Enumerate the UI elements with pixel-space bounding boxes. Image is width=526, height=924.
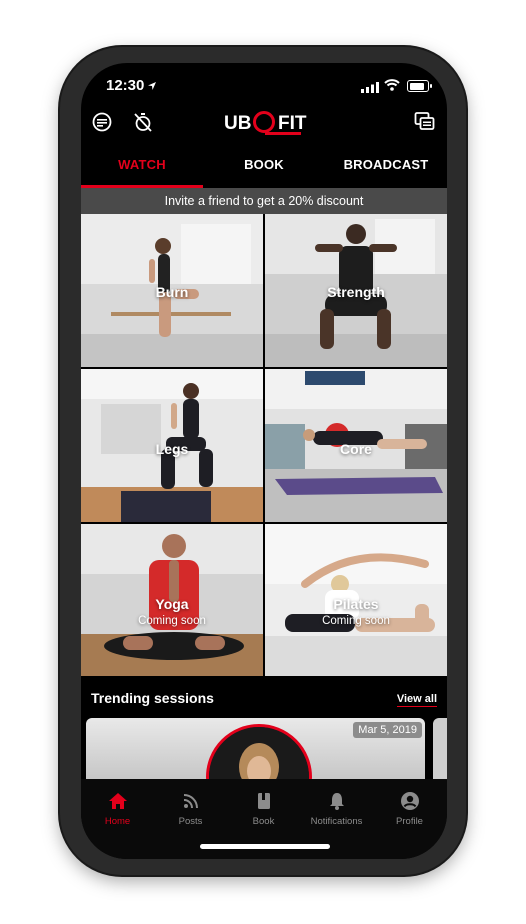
category-label: Pilates [333, 596, 379, 612]
timer-off-icon[interactable] [132, 111, 154, 138]
tab-watch[interactable]: WATCH [81, 151, 203, 179]
battery-icon [407, 80, 432, 92]
nav-posts[interactable]: Posts [154, 791, 227, 827]
coming-soon-label: Coming soon [322, 615, 390, 627]
session-date-badge: Mar 5, 2019 [353, 722, 422, 738]
book-icon [227, 791, 300, 811]
main-tabs: WATCH BOOK BROADCAST [81, 151, 447, 188]
app-screen: 12:30 UB FIT WATCH BOOK BROADCAST Invite… [81, 63, 447, 859]
trending-sessions-section: Trending sessions View all Mar 5, 2019 [81, 676, 447, 796]
invite-banner[interactable]: Invite a friend to get a 20% discount [81, 188, 447, 214]
category-tile-strength[interactable]: Strength [265, 214, 447, 367]
category-tile-yoga[interactable]: Yoga Coming soon [81, 524, 263, 677]
nav-label: Posts [178, 816, 203, 827]
section-title: Trending sessions [91, 690, 214, 706]
nav-home[interactable]: Home [81, 791, 154, 827]
category-tile-pilates[interactable]: Pilates Coming soon [265, 524, 447, 677]
home-icon [81, 791, 154, 811]
coming-soon-label: Coming soon [138, 615, 206, 627]
tab-book[interactable]: BOOK [203, 151, 325, 179]
wifi-icon [384, 78, 400, 96]
nav-label: Home [104, 816, 131, 827]
category-label: Yoga [155, 596, 189, 612]
app-header: UB FIT [81, 107, 447, 141]
nav-label: Book [252, 816, 275, 827]
category-tile-burn[interactable]: Burn [81, 214, 263, 367]
category-tile-core[interactable]: Core [265, 369, 447, 522]
chat-bubble-icon[interactable] [91, 111, 113, 138]
home-indicator[interactable] [200, 844, 330, 849]
category-tile-legs[interactable]: Legs [81, 369, 263, 522]
status-bar: 12:30 [81, 63, 447, 103]
category-label: Legs [155, 441, 189, 457]
category-label: Burn [155, 284, 189, 300]
nav-notifications[interactable]: Notifications [300, 791, 373, 827]
nav-label: Notifications [310, 816, 363, 827]
location-arrow-icon [147, 78, 157, 96]
status-time: 12:30 [106, 77, 145, 94]
cellular-signal-icon [361, 80, 379, 98]
nav-profile[interactable]: Profile [373, 791, 446, 827]
category-label: Core [340, 441, 372, 457]
tab-broadcast[interactable]: BROADCAST [325, 151, 447, 179]
messages-icon[interactable] [414, 111, 436, 138]
profile-icon [373, 791, 446, 811]
bell-icon [300, 791, 373, 811]
nav-book[interactable]: Book [227, 791, 300, 827]
category-label: Strength [327, 284, 385, 300]
view-all-link[interactable]: View all [396, 693, 438, 707]
nav-label: Profile [396, 816, 423, 827]
rss-icon [154, 791, 227, 811]
category-grid: Burn Strength Legs Core Yoga Coming soon… [81, 214, 447, 677]
